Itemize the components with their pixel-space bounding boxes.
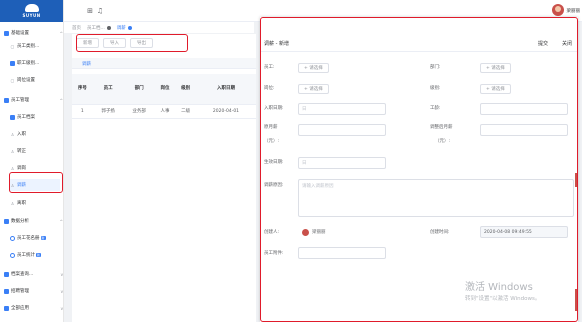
person-icon: ♙ (10, 131, 15, 137)
sidebar-item-onboarding[interactable]: ♙ 入职 (10, 128, 74, 140)
sidebar-item-roster[interactable]: 员工花名册新 (10, 232, 74, 244)
people-icon (4, 288, 9, 294)
new-badge: 新 (36, 253, 42, 257)
highlight-box-toolbar (76, 34, 188, 52)
logo: SUYUN (0, 0, 63, 22)
sidebar-item-label: 转正 (17, 149, 26, 154)
column-header[interactable]: 级别 (175, 74, 196, 105)
sidebar-item-basic-settings[interactable]: 基础设置 ^ (4, 27, 68, 39)
new-badge: 新 (40, 236, 46, 240)
avatar[interactable] (552, 4, 564, 16)
page-tabs: 首页 员工档... 调薪 (64, 22, 254, 33)
column-header[interactable]: 序号 (72, 74, 93, 105)
salary-table: 序号 员工 部门 岗位 级别 入职日期 1 郭子扬 业务部 人事 二级 2020… (72, 74, 256, 119)
main-content: 新增 导入 导出 调薪 序号 员工 部门 岗位 级别 入职日期 1 郭子扬 业务… (72, 34, 256, 322)
table-cell: 2020-04-01 (195, 104, 256, 119)
column-header[interactable]: 员工 (92, 74, 124, 105)
folder-icon (4, 218, 9, 224)
sidebar-item-label: 员工档案 (17, 115, 35, 120)
people-icon (4, 271, 9, 277)
person-icon: ♙ (10, 148, 15, 154)
tab-label: 调薪 (116, 25, 126, 31)
sidebar-item-label: 员工管理 (11, 98, 29, 103)
tab-employee-records[interactable]: 员工档... (87, 25, 111, 31)
table-row[interactable]: 1 郭子扬 业务部 人事 二级 2020-04-01 (72, 104, 256, 119)
sidebar-item-employee-management[interactable]: 员工管理 ^ (4, 94, 68, 106)
person-icon: ♙ (10, 165, 15, 171)
people-icon (4, 305, 9, 311)
person-icon: ♙ (10, 200, 15, 206)
sidebar-item-recruitment[interactable]: 招聘管理 v (4, 285, 68, 297)
doc-icon (10, 252, 15, 258)
sidebar-item-label: 员工统计 (17, 253, 35, 258)
close-icon[interactable] (127, 25, 132, 30)
table-cell: 业务部 (123, 104, 155, 119)
sidebar-item-label: 岗位设置 (17, 78, 35, 83)
sidebar-item-regularization[interactable]: ♙ 转正 (10, 145, 74, 157)
sidebar-item-label: 调岗 (17, 166, 26, 171)
sidebar-item-resignation[interactable]: ♙ 离职 (10, 197, 74, 209)
username[interactable]: 梁丽丽 (567, 8, 581, 14)
brand-name: SUYUN (22, 13, 41, 18)
sub-tabs: 调薪 (72, 58, 256, 69)
sidebar-item-label: 档案查询... (11, 272, 34, 277)
tab-salary-adjust[interactable]: 调薪 (117, 25, 132, 31)
grid-icon[interactable]: ⊞ (86, 7, 94, 15)
chevron-up-icon: ^ (59, 97, 63, 103)
folder-icon (4, 30, 9, 36)
sidebar-item-statistics[interactable]: 员工统计新 (10, 249, 74, 261)
tab-label: 首页 (72, 25, 81, 31)
sidebar-item-all-apps[interactable]: 全部应用 v (4, 302, 68, 314)
highlight-box-dialog (260, 17, 578, 322)
table-cell: 郭子扬 (92, 104, 124, 119)
sidebar-item-label: 全部应用 (11, 306, 29, 311)
sidebar-item-label: 员工花名册 (17, 236, 40, 241)
sidebar-item-records-query[interactable]: 档案查询... v (4, 268, 68, 280)
table-cell: 1 (72, 104, 93, 119)
column-header[interactable]: 部门 (123, 74, 155, 105)
chevron-down-icon: v (60, 305, 63, 311)
sidebar-item-position-settings[interactable]: ▢ 岗位设置 (10, 74, 74, 86)
column-header[interactable]: 入职日期 (195, 74, 256, 105)
sidebar-item-employee-records[interactable]: 员工档案 (10, 111, 74, 123)
table-cell: 人事 (154, 104, 176, 119)
sidebar-item-staff-level[interactable]: 职工级别... (10, 57, 74, 69)
table-cell: 二级 (175, 104, 196, 119)
sidebar-item-label: 入职 (17, 132, 26, 137)
doc-icon: ▢ (10, 43, 15, 49)
chevron-down-icon: v (60, 288, 63, 294)
sidebar-item-data-analysis[interactable]: 数据分析 ^ (4, 215, 68, 227)
close-icon[interactable] (106, 25, 111, 30)
sidebar-item-label: 员工类别... (17, 44, 40, 49)
cloud-logo-icon (24, 4, 39, 12)
table-header-row: 序号 员工 部门 岗位 级别 入职日期 (72, 74, 256, 105)
sidebar-item-label: 基础设置 (11, 31, 29, 36)
sidebar-item-label: 数据分析 (11, 219, 29, 224)
doc-icon: ▢ (10, 77, 15, 83)
tab-label: 员工档... (87, 25, 105, 31)
column-header[interactable]: 岗位 (154, 74, 176, 105)
tab-home[interactable]: 首页 (72, 25, 81, 31)
chevron-up-icon: ^ (59, 30, 63, 36)
doc-icon (10, 60, 15, 66)
sidebar-item-employee-category[interactable]: ▢ 员工类别... (10, 40, 74, 52)
sidebar: SUYUN 基础设置 ^ ▢ 员工类别... 职工级别... ▢ 岗位设置 员工管理 ^… (0, 0, 64, 322)
bell-icon[interactable]: ♫ (96, 7, 104, 15)
highlight-box-salary-adjust (9, 172, 63, 193)
sub-tab-salary[interactable]: 调薪 (82, 61, 91, 67)
doc-icon (10, 114, 15, 120)
chevron-up-icon: ^ (59, 218, 63, 224)
folder-icon (4, 97, 9, 103)
sidebar-item-label: 离职 (17, 201, 26, 206)
chevron-down-icon: v (60, 271, 63, 277)
sidebar-item-label: 招聘管理 (11, 289, 29, 294)
doc-icon (10, 235, 15, 241)
sidebar-item-label: 职工级别... (17, 61, 40, 66)
